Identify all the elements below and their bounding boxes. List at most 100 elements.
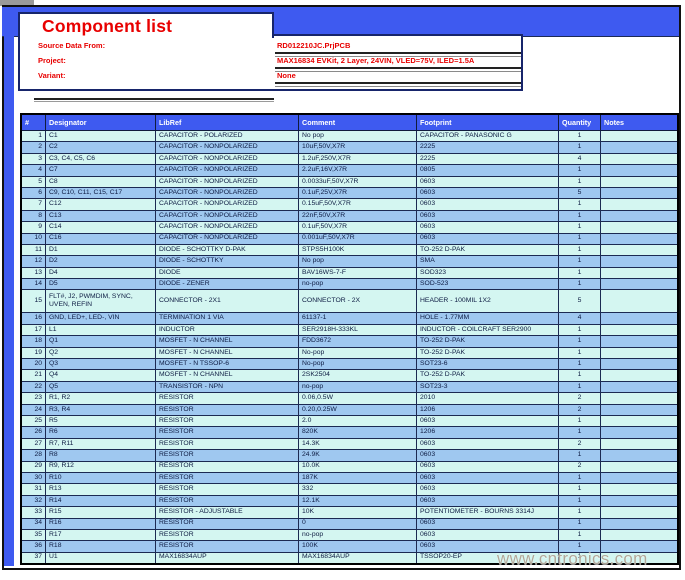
cell-footprint: 0603: [417, 415, 559, 426]
cell-qty: 2: [559, 393, 601, 404]
table-row: 30R10RESISTOR187K06031: [21, 472, 678, 483]
cell-notes: [601, 187, 679, 198]
cell-comment: 0.0033uF,50V,X7R: [299, 176, 417, 187]
cell-qty: 1: [559, 165, 601, 176]
table-row: 35R17RESISTORno-pop06031: [21, 529, 678, 540]
cell-n: 28: [21, 450, 46, 461]
cell-n: 18: [21, 336, 46, 347]
cell-qty: 5: [559, 187, 601, 198]
cell-libref: CAPACITOR - NONPOLARIZED: [156, 153, 299, 164]
table-row: 15FLT#, J2, PWMDIM, SYNC, UVEN, REFINCON…: [21, 290, 678, 313]
cell-qty: 1: [559, 472, 601, 483]
cell-libref: DIODE: [156, 267, 299, 278]
cell-libref: MOSFET - N TSSOP-6: [156, 359, 299, 370]
cell-designator: R7, R11: [46, 438, 156, 449]
cell-qty: 2: [559, 461, 601, 472]
cell-qty: 1: [559, 233, 601, 244]
cell-libref: CAPACITOR - NONPOLARIZED: [156, 142, 299, 153]
table-row: 1C1CAPACITOR - POLARIZEDNo popCAPACITOR …: [21, 131, 678, 142]
cell-libref: MOSFET - N CHANNEL: [156, 336, 299, 347]
cell-qty: 1: [559, 381, 601, 392]
table-row: 18Q1MOSFET - N CHANNELFDD3672TO-252 D-PA…: [21, 336, 678, 347]
cell-notes: [601, 165, 679, 176]
cell-designator: C13: [46, 210, 156, 221]
cell-libref: RESISTOR: [156, 541, 299, 552]
cell-notes: [601, 244, 679, 255]
cell-designator: D5: [46, 279, 156, 290]
table-row: 2C2CAPACITOR - NONPOLARIZED10uF,50V,X7R2…: [21, 142, 678, 153]
table-row: 19Q2MOSFET - N CHANNELNo-popTO-252 D-PAK…: [21, 347, 678, 358]
table-row: 26R6RESISTOR820K12061: [21, 427, 678, 438]
table-row: 28R8RESISTOR24.9K06031: [21, 450, 678, 461]
cell-libref: INDUCTOR: [156, 324, 299, 335]
cell-n: 37: [21, 552, 46, 563]
cell-notes: [601, 495, 679, 506]
cell-notes: [601, 176, 679, 187]
cell-designator: D1: [46, 244, 156, 255]
cell-notes: [601, 267, 679, 278]
cell-qty: 1: [559, 495, 601, 506]
cell-qty: 1: [559, 529, 601, 540]
cell-n: 8: [21, 210, 46, 221]
cell-qty: 1: [559, 222, 601, 233]
cell-footprint: 0603: [417, 529, 559, 540]
table-row: 32R14RESISTOR12.1K06031: [21, 495, 678, 506]
column-header-num: #: [21, 114, 46, 131]
cell-comment: No pop: [299, 131, 417, 142]
cell-notes: [601, 359, 679, 370]
column-header-quantity: Quantity: [559, 114, 601, 131]
field-value-source: RD012210JC.PrjPCB: [277, 41, 350, 50]
cell-designator: C16: [46, 233, 156, 244]
cell-n: 34: [21, 518, 46, 529]
cell-qty: 1: [559, 199, 601, 210]
cell-footprint: 0603: [417, 187, 559, 198]
cell-comment: 2.2uF,16V,X7R: [299, 165, 417, 176]
cell-n: 26: [21, 427, 46, 438]
cell-libref: MOSFET - N CHANNEL: [156, 370, 299, 381]
component-table-header-row: #DesignatorLibRefCommentFootprintQuantit…: [21, 114, 678, 131]
cell-n: 32: [21, 495, 46, 506]
cell-comment: 2.0: [299, 415, 417, 426]
cell-comment: no-pop: [299, 279, 417, 290]
cell-n: 24: [21, 404, 46, 415]
cell-libref: CAPACITOR - NONPOLARIZED: [156, 233, 299, 244]
cell-n: 12: [21, 256, 46, 267]
cell-n: 6: [21, 187, 46, 198]
cell-footprint: INDUCTOR - COILCRAFT SER2900: [417, 324, 559, 335]
cell-comment: 10uF,50V,X7R: [299, 142, 417, 153]
cell-notes: [601, 507, 679, 518]
cell-n: 35: [21, 529, 46, 540]
cell-footprint: SMA: [417, 256, 559, 267]
table-row: 5C8CAPACITOR - NONPOLARIZED0.0033uF,50V,…: [21, 176, 678, 187]
cell-footprint: SOD323: [417, 267, 559, 278]
cell-notes: [601, 404, 679, 415]
cell-footprint: HEADER - 100MIL 1X2: [417, 290, 559, 313]
cell-qty: 1: [559, 279, 601, 290]
component-table: #DesignatorLibRefCommentFootprintQuantit…: [20, 113, 679, 565]
cell-footprint: 2010: [417, 393, 559, 404]
table-row: 31R13RESISTOR33206031: [21, 484, 678, 495]
cell-notes: [601, 450, 679, 461]
left-blue-strip: [4, 7, 14, 566]
cell-notes: [601, 199, 679, 210]
cell-notes: [601, 529, 679, 540]
cell-designator: R6: [46, 427, 156, 438]
cell-notes: [601, 381, 679, 392]
cell-footprint: 0603: [417, 199, 559, 210]
cell-comment: 14.3K: [299, 438, 417, 449]
cell-qty: 1: [559, 427, 601, 438]
cell-notes: [601, 336, 679, 347]
cell-libref: DIODE - SCHOTTKY D-PAK: [156, 244, 299, 255]
cell-qty: 1: [559, 507, 601, 518]
cell-n: 10: [21, 233, 46, 244]
cell-notes: [601, 313, 679, 324]
cell-footprint: TO-252 D-PAK: [417, 370, 559, 381]
table-row: 20Q3MOSFET - N TSSOP-6No-popSOT23-61: [21, 359, 678, 370]
cell-footprint: 2225: [417, 142, 559, 153]
cell-qty: 1: [559, 324, 601, 335]
cell-designator: Q1: [46, 336, 156, 347]
cell-comment: 10.0K: [299, 461, 417, 472]
cell-qty: 1: [559, 336, 601, 347]
cell-footprint: TO-252 D-PAK: [417, 244, 559, 255]
cell-footprint: 0603: [417, 450, 559, 461]
